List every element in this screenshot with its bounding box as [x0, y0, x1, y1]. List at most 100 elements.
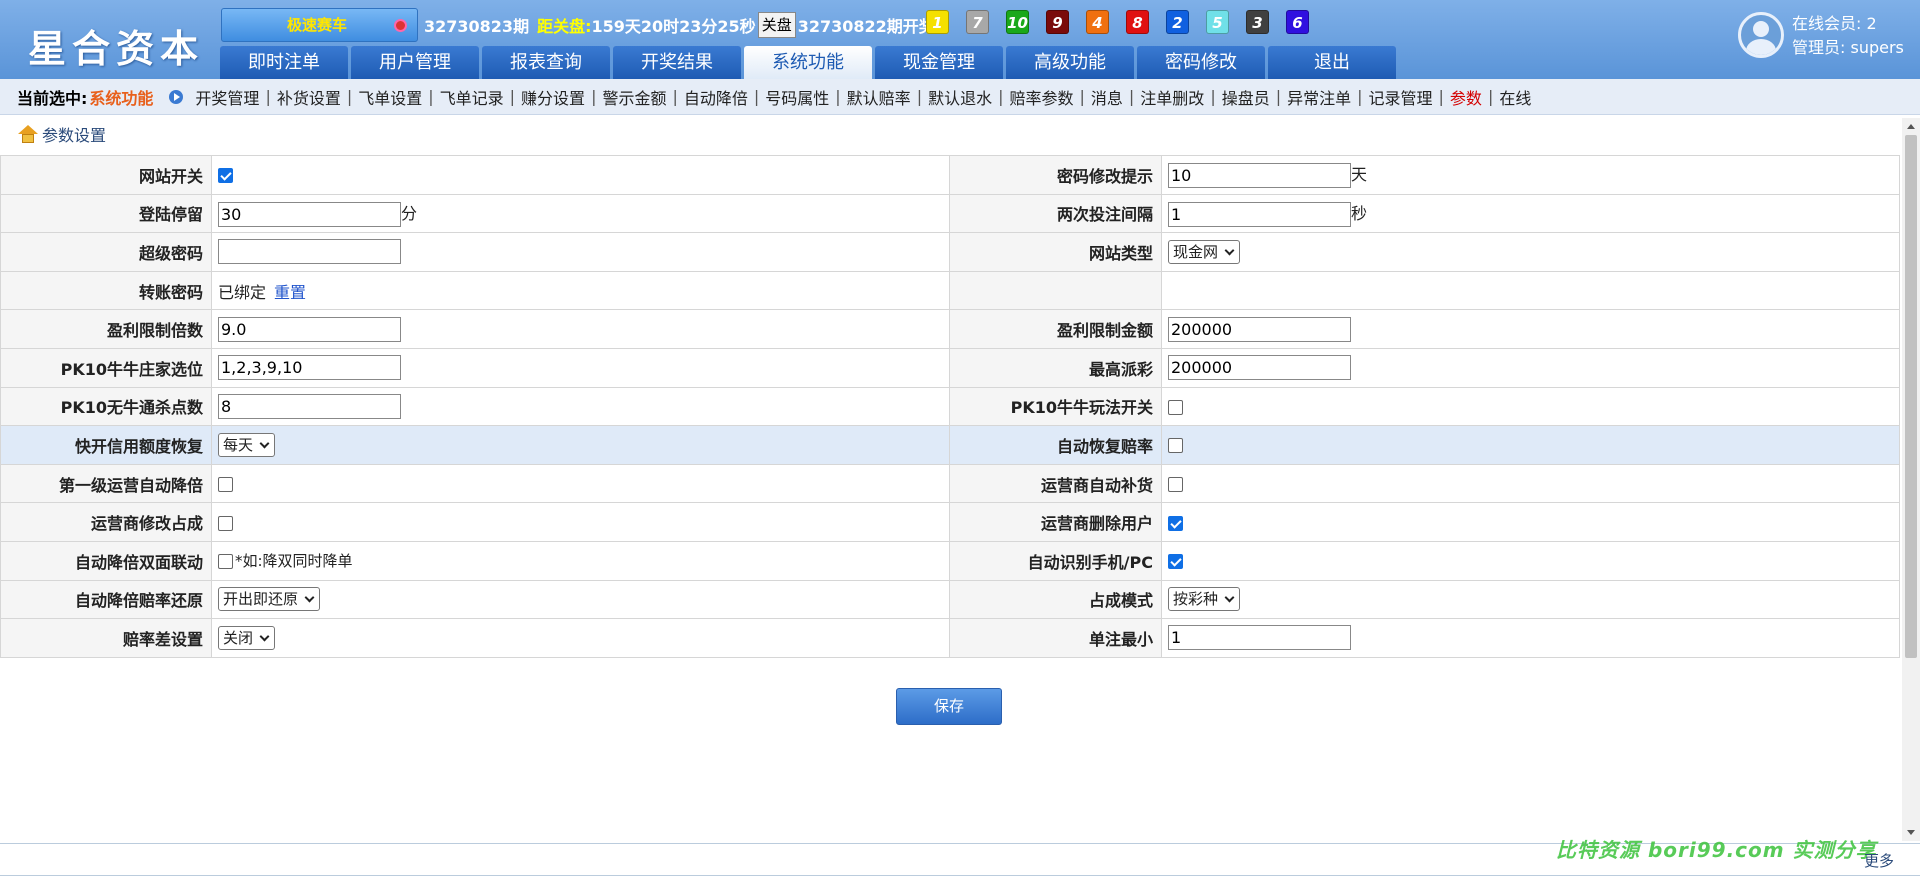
field-label: 网站类型 [949, 232, 1162, 272]
subnav-item[interactable]: 记录管理 [1369, 85, 1433, 109]
logo: 星合资本 [28, 27, 205, 71]
nav-tab[interactable]: 即时注单 [220, 46, 348, 79]
home-icon[interactable] [18, 125, 38, 143]
game-selector[interactable]: 极速赛车 [221, 8, 418, 42]
checkbox[interactable] [218, 554, 233, 570]
select-value: 现金网 [1173, 242, 1219, 261]
field-label: 快开信用额度恢复 [0, 425, 212, 465]
field-label: 最高派彩 [949, 347, 1162, 388]
unit-label: 秒 [1351, 203, 1368, 223]
result-ball: 2 [1166, 10, 1189, 34]
nav-tab[interactable]: 系统功能 [744, 46, 872, 80]
checkbox[interactable] [218, 477, 233, 493]
text-input[interactable] [218, 355, 401, 381]
text-input[interactable] [218, 201, 401, 227]
field-value [211, 309, 950, 349]
nav-tab[interactable]: 开奖结果 [613, 46, 741, 79]
subnav-item[interactable]: 在线 [1499, 85, 1531, 109]
subnav-item[interactable]: 默认赔率 [847, 85, 911, 109]
nav-tab[interactable]: 密码修改 [1137, 46, 1265, 79]
subnav-item[interactable]: 警示金额 [602, 85, 666, 109]
nav-tab[interactable]: 现金管理 [875, 46, 1003, 79]
text-input[interactable] [1168, 316, 1351, 342]
field-value [211, 347, 950, 388]
subnav-item[interactable]: 号码属性 [765, 85, 829, 109]
nav-tab[interactable]: 退出 [1268, 46, 1396, 79]
field-label: PK10牛牛庄家选位 [0, 347, 212, 388]
field-value [1161, 347, 1900, 388]
chevron-down-icon [304, 592, 315, 603]
checkbox[interactable] [1168, 515, 1183, 531]
result-ball: 9 [1046, 10, 1069, 34]
reset-link[interactable]: 重置 [274, 283, 306, 302]
subnav-item[interactable]: 赚分设置 [521, 85, 585, 109]
result-ball: 1 [926, 10, 949, 34]
field-value: 已绑定 重置 [211, 270, 950, 311]
result-ball: 6 [1286, 10, 1309, 34]
text-input[interactable] [218, 316, 401, 342]
close-market-button[interactable]: 关盘 [757, 12, 796, 38]
field-label: 自动降倍双面联动 [0, 540, 212, 581]
field-label: 网站开关 [0, 155, 212, 195]
settings-table: 网站开关 密码修改提示 天登陆停留 分 两次投注间隔 秒超级密码 网站类型现金网转账密码已绑… [0, 155, 1900, 658]
field-label: 自动恢复赔率 [949, 425, 1162, 465]
save-button[interactable]: 保存 [896, 688, 1002, 725]
checkbox[interactable] [1168, 399, 1183, 415]
subnav-item[interactable]: 操盘员 [1222, 85, 1270, 109]
select-dropdown[interactable]: 关闭 [218, 625, 276, 650]
subnav-item[interactable]: 参数 [1450, 85, 1482, 109]
separator: | [835, 87, 841, 106]
select-dropdown[interactable]: 按彩种 [1168, 587, 1241, 612]
result-ball: 3 [1246, 10, 1269, 34]
separator: | [428, 87, 434, 106]
nav-tab[interactable]: 报表查询 [482, 46, 610, 79]
checkbox[interactable] [218, 168, 233, 184]
scrollbar[interactable] [1902, 118, 1920, 841]
subnav-item[interactable]: 赔率参数 [1009, 85, 1073, 109]
separator: | [346, 87, 353, 106]
settings-row: 网站开关 密码修改提示 天 [0, 155, 1900, 195]
select-value: 开出即还原 [223, 590, 299, 609]
settings-row: 快开信用额度恢复 每天 自动恢复赔率 [0, 425, 1900, 465]
text-input[interactable] [218, 393, 401, 419]
subnav-item[interactable]: 飞单记录 [440, 85, 504, 109]
subnav-item[interactable]: 飞单设置 [358, 85, 422, 109]
field-label: 运营商删除用户 [949, 502, 1162, 542]
subnav-item[interactable]: 开奖管理 [195, 85, 259, 109]
scroll-up-icon[interactable] [1907, 124, 1915, 129]
checkbox[interactable] [218, 515, 233, 531]
more-link[interactable]: 更多 [1864, 850, 1894, 871]
nav-tab[interactable]: 用户管理 [351, 46, 479, 79]
settings-row: 自动降倍赔率还原 开出即还原 占成模式 按彩种 [0, 579, 1900, 620]
text-input[interactable] [1168, 625, 1351, 651]
separator: | [265, 87, 271, 106]
field-label: PK10牛牛玩法开关 [949, 386, 1162, 427]
field-value [1161, 463, 1900, 504]
scroll-thumb[interactable] [1905, 135, 1917, 658]
checkbox[interactable] [1168, 554, 1183, 570]
subnav-item[interactable]: 补货设置 [277, 85, 341, 109]
subnav-item[interactable]: 异常注单 [1287, 85, 1351, 109]
field-value [211, 232, 950, 272]
field-label: 占成模式 [949, 579, 1162, 620]
scroll-down-icon[interactable] [1907, 830, 1915, 835]
subnav-item[interactable]: 自动降倍 [684, 85, 748, 109]
field-value: *如:降双同时降单 [211, 540, 950, 581]
select-dropdown[interactable]: 每天 [218, 432, 276, 457]
subnav-item[interactable]: 默认退水 [928, 85, 992, 109]
game-name: 极速赛车 [287, 16, 348, 34]
separator: | [998, 87, 1004, 106]
checkbox[interactable] [1168, 438, 1183, 454]
text-input[interactable] [1168, 201, 1351, 227]
text-input[interactable] [218, 239, 401, 265]
checkbox[interactable] [1168, 477, 1183, 493]
field-label [949, 270, 1162, 311]
subnav-item[interactable]: 注单删改 [1140, 85, 1204, 109]
nav-tab[interactable]: 高级功能 [1006, 46, 1134, 79]
select-dropdown[interactable]: 现金网 [1168, 239, 1241, 264]
subnav-item[interactable]: 消息 [1091, 85, 1123, 109]
text-input[interactable] [1168, 355, 1351, 381]
select-dropdown[interactable]: 开出即还原 [218, 587, 321, 612]
chevron-down-icon [1224, 592, 1235, 603]
text-input[interactable] [1168, 163, 1351, 189]
